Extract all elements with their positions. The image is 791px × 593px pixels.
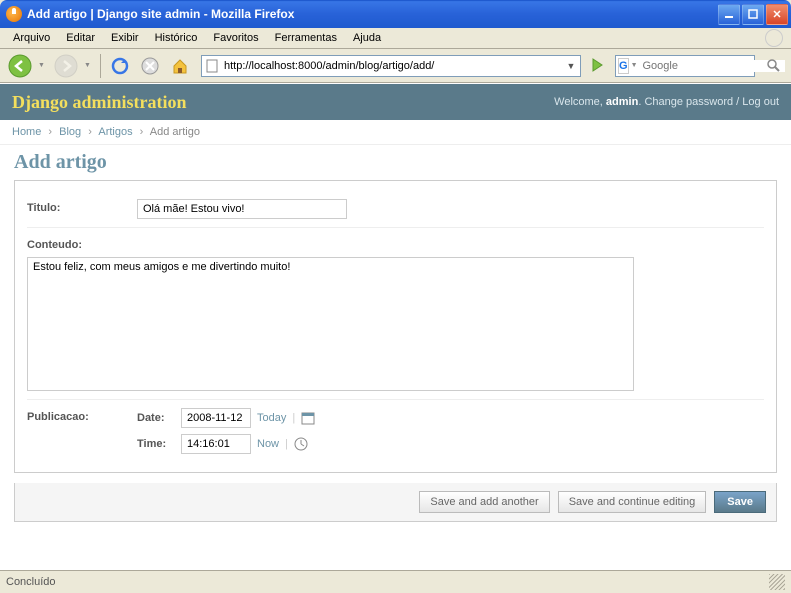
maximize-button[interactable] bbox=[742, 4, 764, 25]
clock-icon[interactable] bbox=[294, 437, 308, 451]
status-text: Concluído bbox=[6, 576, 56, 588]
separator bbox=[100, 54, 101, 78]
time-sublabel: Time: bbox=[137, 438, 175, 450]
save-continue-button[interactable]: Save and continue editing bbox=[558, 491, 707, 513]
back-button[interactable] bbox=[6, 52, 34, 80]
firefox-icon bbox=[6, 6, 22, 22]
titulo-input[interactable] bbox=[137, 199, 347, 219]
user-tools: Welcome, admin. Change password / Log ou… bbox=[554, 96, 779, 108]
resize-grip[interactable] bbox=[769, 574, 785, 590]
titulo-label: Titulo: bbox=[27, 199, 137, 214]
logout-link[interactable]: Log out bbox=[742, 96, 779, 108]
menu-ferramentas[interactable]: Ferramentas bbox=[268, 30, 344, 46]
search-engine-dropdown[interactable]: ▼ bbox=[629, 62, 640, 69]
change-password-link[interactable]: Change password bbox=[644, 96, 733, 108]
content-area: Django administration Welcome, admin. Ch… bbox=[0, 83, 791, 570]
url-dropdown[interactable]: ▼ bbox=[564, 61, 578, 71]
breadcrumb-model[interactable]: Artigos bbox=[98, 126, 132, 138]
search-bar[interactable]: G ▼ bbox=[615, 55, 755, 77]
forward-button bbox=[52, 52, 80, 80]
menu-exibir[interactable]: Exibir bbox=[104, 30, 146, 46]
time-input[interactable] bbox=[181, 434, 251, 454]
django-header: Django administration Welcome, admin. Ch… bbox=[0, 84, 791, 120]
menu-editar[interactable]: Editar bbox=[59, 30, 102, 46]
page-icon bbox=[204, 58, 220, 74]
forward-dropdown: ▼ bbox=[84, 62, 94, 69]
menu-arquivo[interactable]: Arquivo bbox=[6, 30, 57, 46]
welcome-text: Welcome, bbox=[554, 96, 606, 108]
breadcrumbs: Home › Blog › Artigos › Add artigo bbox=[0, 120, 791, 145]
conteudo-label: Conteudo: bbox=[27, 236, 137, 251]
window-titlebar: Add artigo | Django site admin - Mozilla… bbox=[0, 0, 791, 28]
conteudo-textarea[interactable]: Estou feliz, com meus amigos e me divert… bbox=[27, 257, 634, 391]
breadcrumb-app[interactable]: Blog bbox=[59, 126, 81, 138]
row-publicacao: Publicacao: Date: Today | Time: Now | bbox=[27, 400, 764, 462]
menu-bar: Arquivo Editar Exibir Histórico Favorito… bbox=[0, 28, 791, 49]
navigation-toolbar: ▼ ▼ ▼ G ▼ bbox=[0, 49, 791, 83]
menu-historico[interactable]: Histórico bbox=[148, 30, 205, 46]
django-site-title: Django administration bbox=[12, 92, 187, 113]
submit-row: Save and add another Save and continue e… bbox=[14, 483, 777, 522]
url-input[interactable] bbox=[224, 60, 564, 72]
url-bar[interactable]: ▼ bbox=[201, 55, 581, 77]
menu-ajuda[interactable]: Ajuda bbox=[346, 30, 388, 46]
publicacao-label: Publicacao: bbox=[27, 408, 137, 423]
breadcrumb-current: Add artigo bbox=[150, 126, 200, 138]
save-button[interactable]: Save bbox=[714, 491, 766, 513]
form-fieldset: Titulo: Conteudo: Estou feliz, com meus … bbox=[14, 180, 777, 473]
home-button[interactable] bbox=[167, 53, 193, 79]
stop-button[interactable] bbox=[137, 53, 163, 79]
date-sublabel: Date: bbox=[137, 412, 175, 424]
close-button[interactable] bbox=[766, 4, 788, 25]
search-go-button[interactable] bbox=[763, 55, 785, 77]
back-dropdown[interactable]: ▼ bbox=[38, 62, 48, 69]
go-button[interactable] bbox=[589, 57, 607, 75]
today-link[interactable]: Today bbox=[257, 412, 286, 424]
status-bar: Concluído bbox=[0, 570, 791, 592]
calendar-icon[interactable] bbox=[301, 411, 315, 425]
breadcrumb-home[interactable]: Home bbox=[12, 126, 41, 138]
save-add-another-button[interactable]: Save and add another bbox=[419, 491, 549, 513]
window-title: Add artigo | Django site admin - Mozilla… bbox=[27, 7, 718, 21]
activity-icon bbox=[765, 29, 783, 47]
menu-favoritos[interactable]: Favoritos bbox=[206, 30, 265, 46]
reload-button[interactable] bbox=[107, 53, 133, 79]
row-titulo: Titulo: bbox=[27, 191, 764, 228]
minimize-button[interactable] bbox=[718, 4, 740, 25]
username: admin bbox=[606, 96, 638, 108]
search-engine-icon[interactable]: G bbox=[618, 58, 629, 74]
row-conteudo: Conteudo: Estou feliz, com meus amigos e… bbox=[27, 228, 764, 400]
date-input[interactable] bbox=[181, 408, 251, 428]
page-title: Add artigo bbox=[14, 151, 777, 174]
now-link[interactable]: Now bbox=[257, 438, 279, 450]
